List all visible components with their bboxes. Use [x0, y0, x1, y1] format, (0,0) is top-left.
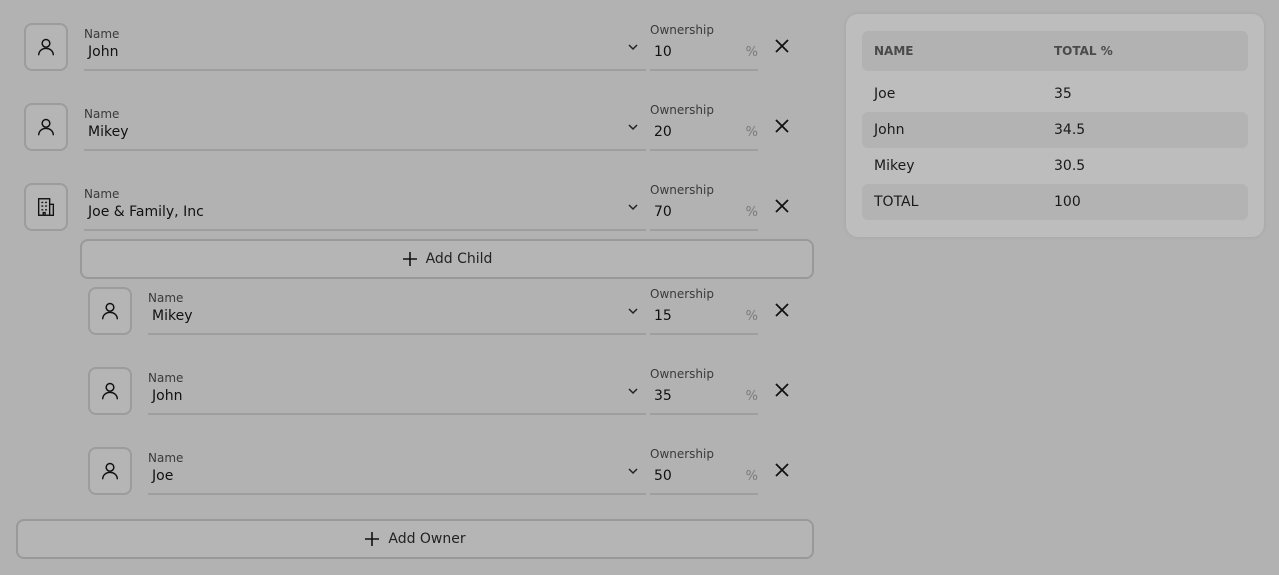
close-icon[interactable] [772, 36, 792, 56]
child-row-3: Name Joe Ownership 50 % [88, 447, 794, 503]
ownership-field[interactable]: Ownership 70 % [650, 183, 758, 231]
ownership-field[interactable]: Ownership 10 % [650, 23, 758, 71]
row-total: 35 [1054, 86, 1072, 102]
owner-row-1: Name John Ownership 10 % [24, 23, 794, 79]
ownership-field[interactable]: Ownership 35 % [650, 367, 758, 415]
name-label: Name [84, 187, 120, 201]
percent-suffix: % [745, 205, 758, 220]
percent-suffix: % [745, 389, 758, 404]
row-name: Joe [874, 86, 896, 102]
add-owner-label: Add Owner [388, 531, 466, 547]
owner-type-button[interactable] [88, 367, 132, 415]
row-name: Mikey [874, 158, 915, 174]
row-name: John [874, 122, 905, 138]
owner-row-3: Name Joe & Family, Inc Ownership 70 % [24, 183, 794, 239]
ownership-summary-card: NAME TOTAL % Joe 35 John 34.5 Mikey 30.5… [846, 14, 1264, 237]
owner-type-button[interactable] [24, 183, 68, 231]
row-total: 100 [1054, 194, 1081, 210]
ownership-value: 20 [654, 124, 672, 140]
add-child-label: Add Child [425, 251, 493, 267]
row-total: 30.5 [1054, 158, 1086, 174]
ownership-value: 35 [654, 388, 672, 404]
close-icon[interactable] [772, 116, 792, 136]
close-icon[interactable] [772, 380, 792, 400]
person-icon [101, 302, 119, 320]
person-icon [101, 462, 119, 480]
chevron-down-icon[interactable] [626, 40, 640, 54]
name-value: Joe & Family, Inc [88, 204, 204, 220]
ownership-field[interactable]: Ownership 15 % [650, 287, 758, 335]
row-total: 34.5 [1054, 122, 1086, 138]
owner-type-button[interactable] [24, 103, 68, 151]
ownership-label: Ownership [650, 103, 714, 117]
ownership-value: 10 [654, 44, 672, 60]
summary-table-header: NAME TOTAL % [862, 31, 1248, 71]
column-header-total: TOTAL % [1054, 44, 1113, 58]
building-icon [37, 198, 55, 216]
ownership-label: Ownership [650, 23, 714, 37]
person-icon [37, 38, 55, 56]
chevron-down-icon[interactable] [626, 120, 640, 134]
close-icon[interactable] [772, 460, 792, 480]
name-field[interactable]: Name John [84, 23, 646, 71]
name-label: Name [148, 371, 184, 385]
name-field[interactable]: Name Joe & Family, Inc [84, 183, 646, 231]
close-icon[interactable] [772, 300, 792, 320]
ownership-value: 15 [654, 308, 672, 324]
percent-suffix: % [745, 469, 758, 484]
name-label: Name [84, 27, 120, 41]
name-field[interactable]: Name Mikey [148, 287, 646, 335]
table-row: John 34.5 [862, 112, 1248, 148]
name-label: Name [84, 107, 120, 121]
percent-suffix: % [745, 125, 758, 140]
close-icon[interactable] [772, 196, 792, 216]
plus-icon [402, 252, 417, 266]
ownership-value: 70 [654, 204, 672, 220]
name-label: Name [148, 291, 184, 305]
column-header-name: NAME [874, 44, 914, 58]
owner-type-button[interactable] [24, 23, 68, 71]
ownership-field[interactable]: Ownership 50 % [650, 447, 758, 495]
table-row: Joe 35 [862, 76, 1248, 112]
name-value: Mikey [88, 124, 129, 140]
row-name: TOTAL [874, 194, 919, 210]
ownership-label: Ownership [650, 447, 714, 461]
ownership-label: Ownership [650, 367, 714, 381]
plus-icon [365, 532, 380, 546]
percent-suffix: % [745, 45, 758, 60]
name-field[interactable]: Name John [148, 367, 646, 415]
child-row-2: Name John Ownership 35 % [88, 367, 794, 423]
name-label: Name [148, 451, 184, 465]
table-row: Mikey 30.5 [862, 148, 1248, 184]
owner-type-button[interactable] [88, 447, 132, 495]
name-value: Mikey [152, 308, 193, 324]
name-value: Joe [152, 468, 174, 484]
add-child-button[interactable]: Add Child [80, 239, 814, 279]
ownership-label: Ownership [650, 183, 714, 197]
ownership-field[interactable]: Ownership 20 % [650, 103, 758, 151]
owner-row-2: Name Mikey Ownership 20 % [24, 103, 794, 159]
name-field[interactable]: Name Mikey [84, 103, 646, 151]
table-row-total: TOTAL 100 [862, 184, 1248, 220]
ownership-value: 50 [654, 468, 672, 484]
chevron-down-icon[interactable] [626, 304, 640, 318]
add-owner-button[interactable]: Add Owner [16, 519, 814, 559]
chevron-down-icon[interactable] [626, 384, 640, 398]
owner-type-button[interactable] [88, 287, 132, 335]
name-value: John [152, 388, 183, 404]
name-field[interactable]: Name Joe [148, 447, 646, 495]
ownership-label: Ownership [650, 287, 714, 301]
child-row-1: Name Mikey Ownership 15 % [88, 287, 794, 343]
percent-suffix: % [745, 309, 758, 324]
person-icon [101, 382, 119, 400]
chevron-down-icon[interactable] [626, 464, 640, 478]
chevron-down-icon[interactable] [626, 200, 640, 214]
person-icon [37, 118, 55, 136]
name-value: John [88, 44, 119, 60]
